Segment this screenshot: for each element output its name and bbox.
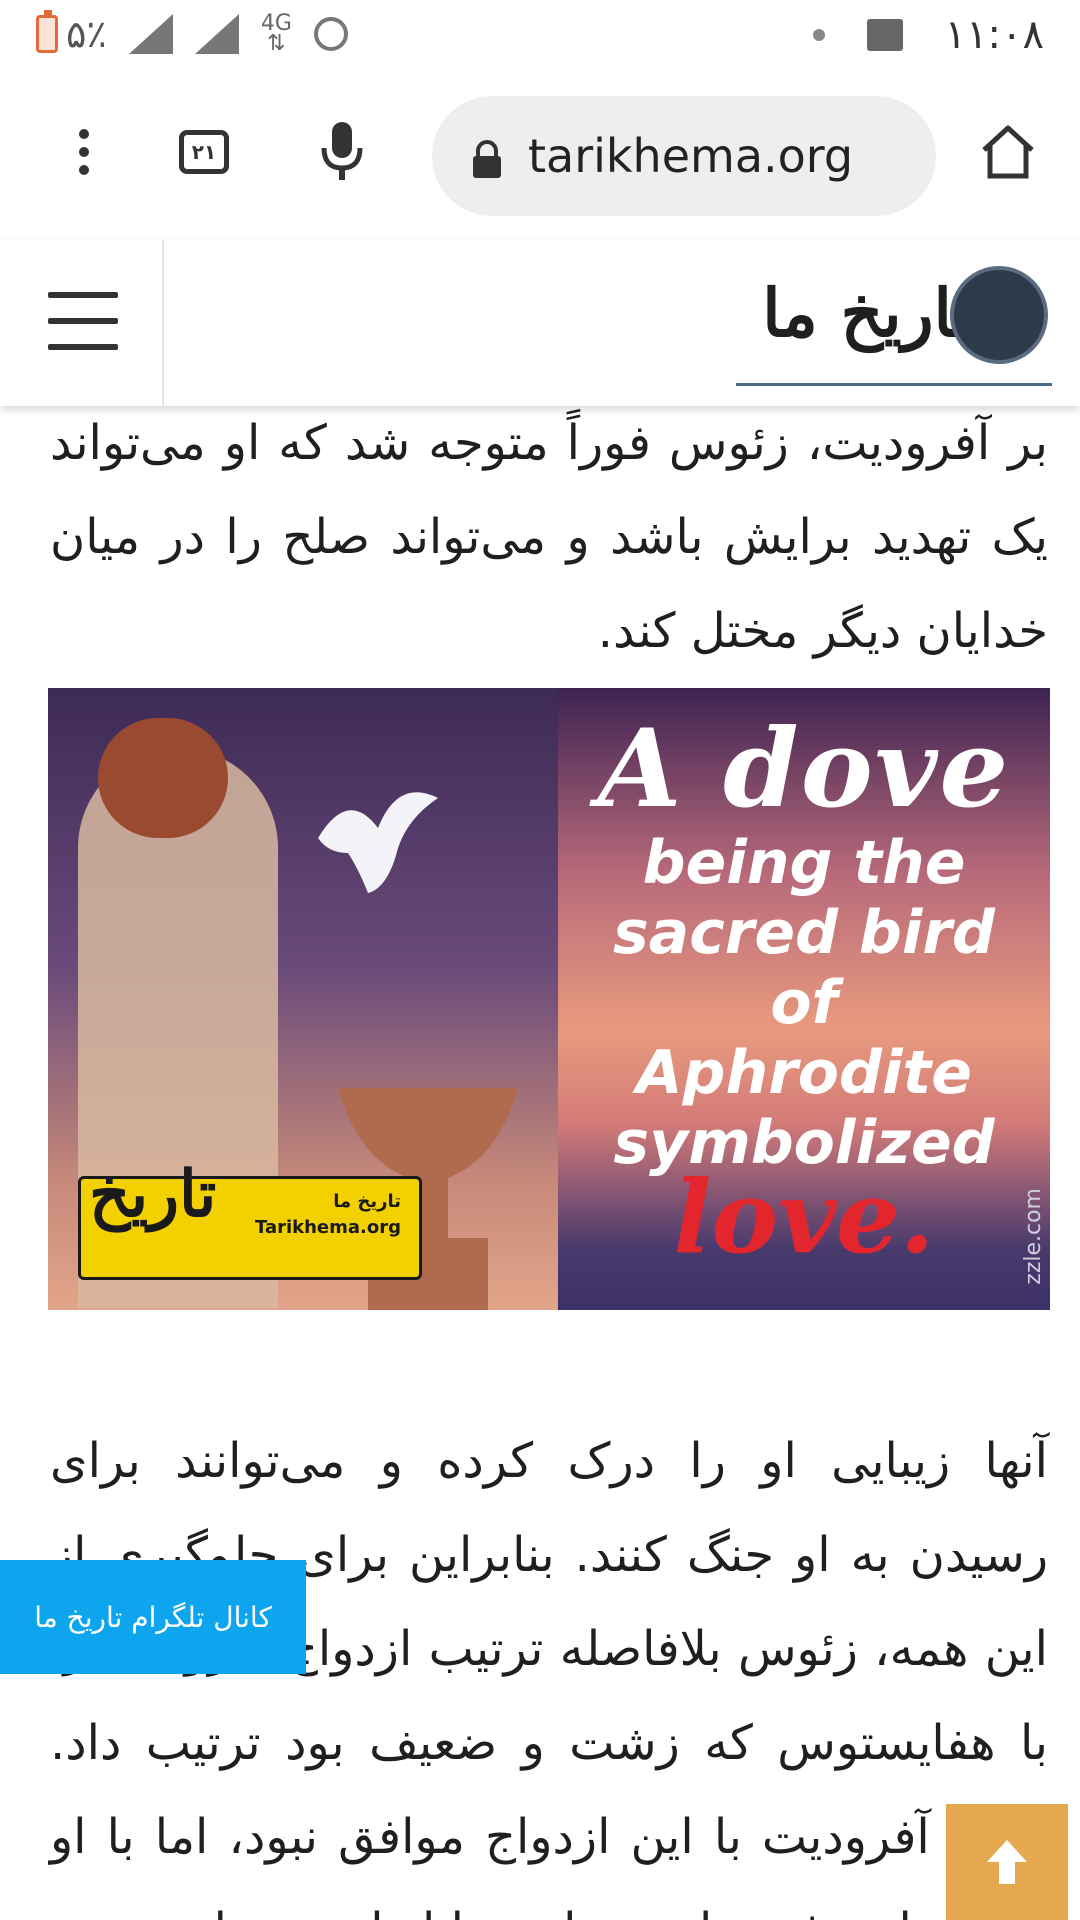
site-header: تاریخ ما xyxy=(0,240,1080,406)
dot-icon xyxy=(812,29,825,41)
hamburger-icon[interactable] xyxy=(48,292,118,352)
tabs-button[interactable]: ۲۱ xyxy=(168,116,240,188)
lock-icon xyxy=(470,139,504,178)
alarm-icon xyxy=(313,17,348,51)
signal-x-icon xyxy=(128,14,173,54)
signal-icon xyxy=(194,14,239,54)
url-bar[interactable]: tarikhema.org xyxy=(432,96,936,216)
logo-emblem-icon xyxy=(950,266,1048,364)
more-vert-icon[interactable] xyxy=(48,116,120,188)
watermark-badge: تاریخ تاریخ ما Tarikhema.org xyxy=(78,1157,422,1280)
mic-icon[interactable] xyxy=(306,116,378,188)
caption-line: being the xyxy=(642,828,966,898)
tab-count: ۲۱ xyxy=(191,140,217,164)
scroll-to-top-button[interactable] xyxy=(946,1804,1068,1920)
dove-caption-panel: A dove being the sacred bird of Aphrodit… xyxy=(558,688,1050,1310)
battery-level: ۵٪ xyxy=(66,12,107,56)
article-content: بر آفرودیت، زئوس فوراً متوجه شد که او می… xyxy=(0,406,1080,1920)
caption-line: sacred bird xyxy=(613,898,995,968)
watermark-logo: تاریخ xyxy=(89,1157,217,1232)
article-paragraph: بر آفرودیت، زئوس فوراً متوجه شد که او می… xyxy=(50,415,1048,659)
arrow-up-icon xyxy=(987,1840,1027,1884)
aphrodite-illustration: تاریخ تاریخ ما Tarikhema.org xyxy=(48,688,558,1310)
caption-line: of xyxy=(770,968,838,1038)
caption-love: love. xyxy=(673,1158,935,1276)
home-icon[interactable] xyxy=(972,116,1044,188)
tabs-icon: ۲۱ xyxy=(179,130,229,174)
image-icon xyxy=(866,19,903,51)
dove-icon xyxy=(318,792,438,893)
battery-icon xyxy=(36,10,58,53)
caption-line: Aphrodite xyxy=(636,1038,972,1108)
site-logo[interactable]: تاریخ ما xyxy=(736,260,1052,386)
header-divider xyxy=(162,240,164,406)
caption-line: A dove xyxy=(597,706,1011,832)
status-bar: ۵٪ 4G ⇅ ۱۱:۰۸ xyxy=(0,0,1080,72)
clock: ۱۱:۰۸ xyxy=(944,12,1044,58)
telegram-channel-button[interactable]: کانال تلگرام تاریخ ما xyxy=(0,1560,306,1674)
browser-toolbar: ۲۱ tarikhema.org xyxy=(0,72,1080,241)
article-image[interactable]: تاریخ تاریخ ما Tarikhema.org A dove bein… xyxy=(48,688,1050,1310)
url-text: tarikhema.org xyxy=(528,129,854,183)
image-credit: zzle.com xyxy=(1021,1188,1046,1285)
data-4g-icon: 4G ⇅ xyxy=(260,11,292,56)
